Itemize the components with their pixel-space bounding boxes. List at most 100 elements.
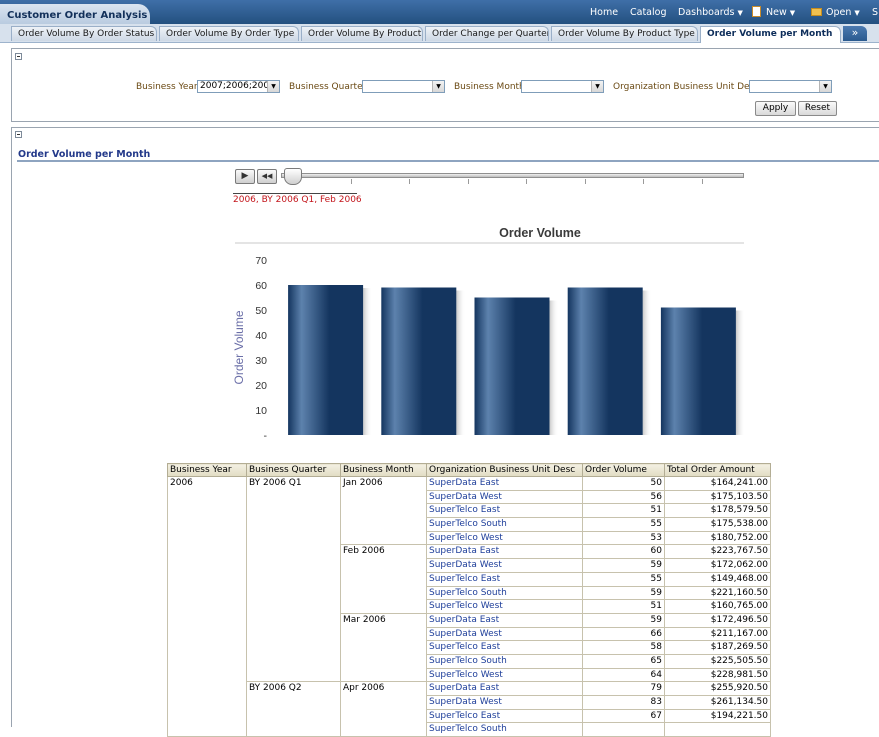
nav-catalog-link[interactable]: Catalog bbox=[630, 7, 666, 18]
chevron-down-icon: ▼ bbox=[854, 9, 860, 17]
table-header-row: Business Year Business Quarter Business … bbox=[167, 463, 771, 477]
nav-open-menu[interactable]: Open ▼ bbox=[826, 7, 860, 18]
org-unit-link[interactable]: SuperTelco South bbox=[426, 585, 583, 601]
org-unit-link[interactable]: SuperTelco South bbox=[426, 517, 583, 532]
step-back-button[interactable]: ◀◀ bbox=[257, 169, 277, 184]
org-unit-link[interactable]: SuperData West bbox=[426, 489, 583, 505]
org-unit-link[interactable]: SuperData East bbox=[426, 612, 583, 628]
org-unit-link[interactable]: SuperData West bbox=[426, 695, 583, 710]
chevron-down-icon: ▼ bbox=[432, 81, 444, 92]
column-header-business-quarter[interactable]: Business Quarter bbox=[246, 463, 341, 477]
tab-order-volume-per-month[interactable]: Order Volume per Month bbox=[700, 26, 841, 43]
table-row: 2006 BY 2006 Q1 Jan 2006 SuperData East … bbox=[167, 475, 771, 737]
table-row: BY 2006 Q2 Apr 2006 SuperData East 79 $2… bbox=[168, 681, 771, 737]
org-unit-link[interactable]: SuperTelco West bbox=[426, 530, 583, 546]
tab-label: Order Volume By Order Type bbox=[166, 29, 295, 39]
business-quarter-label: Business Quarter bbox=[289, 82, 367, 92]
more-tabs-button[interactable]: » bbox=[843, 26, 867, 41]
org-unit-link[interactable]: SuperTelco East bbox=[426, 571, 583, 587]
order-volume-cell: 56 bbox=[582, 489, 665, 505]
business-year-value: 2007;2006;2008 bbox=[200, 81, 275, 91]
order-volume-cell: 66 bbox=[582, 626, 665, 642]
slider-thumb[interactable] bbox=[284, 168, 302, 185]
order-volume-cell: 79 bbox=[582, 681, 665, 696]
y-tick-label: 50 bbox=[255, 305, 267, 317]
nav-new-label: New bbox=[766, 7, 787, 18]
org-unit-link[interactable]: SuperData West bbox=[426, 626, 583, 642]
order-amount-cell: $223,767.50 bbox=[664, 544, 771, 560]
slider-value-underline bbox=[233, 193, 357, 194]
order-amount-cell: $175,538.00 bbox=[664, 517, 771, 532]
business-month-cell: Jan 2006 bbox=[340, 475, 427, 546]
org-unit-link[interactable]: SuperData East bbox=[426, 544, 583, 560]
nav-new-menu[interactable]: New ▼ bbox=[766, 7, 795, 18]
tab-order-volume-by-product-type[interactable]: Order Volume By Product Type bbox=[551, 26, 698, 41]
tab-label: Order Volume By Product Type bbox=[558, 29, 695, 39]
order-volume-cell: 53 bbox=[582, 530, 665, 546]
dashboard-tab-strip: Order Volume By Order Status Order Volum… bbox=[0, 24, 879, 43]
nav-home-link[interactable]: Home bbox=[590, 7, 618, 18]
business-month-select[interactable]: ▼ bbox=[521, 80, 604, 93]
org-unit-link[interactable]: SuperTelco East bbox=[426, 640, 583, 655]
business-year-select[interactable]: 2007;2006;2008 ▼ bbox=[197, 80, 280, 93]
order-amount-cell: $211,167.00 bbox=[664, 626, 771, 642]
reset-button[interactable]: Reset bbox=[798, 101, 837, 116]
slider-tick bbox=[409, 179, 410, 184]
order-volume-cell: 58 bbox=[582, 640, 665, 655]
org-unit-link[interactable]: SuperData East bbox=[426, 476, 583, 491]
order-amount-cell: $187,269.50 bbox=[664, 640, 771, 655]
org-unit-link[interactable]: SuperTelco East bbox=[426, 503, 583, 519]
business-year-cell: 2006 bbox=[167, 475, 247, 737]
collapse-icon[interactable] bbox=[15, 53, 22, 60]
business-quarter-select[interactable]: ▼ bbox=[362, 80, 445, 93]
column-header-org-unit[interactable]: Organization Business Unit Desc bbox=[426, 463, 583, 477]
org-unit-link[interactable]: SuperTelco East bbox=[426, 708, 583, 724]
slider-tick bbox=[702, 179, 703, 184]
collapse-icon[interactable] bbox=[15, 131, 22, 138]
bar-shadow bbox=[363, 288, 373, 435]
slider-tick bbox=[526, 179, 527, 184]
column-header-order-volume[interactable]: Order Volume bbox=[582, 463, 665, 477]
rewind-icon: ◀◀ bbox=[261, 172, 273, 180]
tab-order-volume-by-order-type[interactable]: Order Volume By Order Type bbox=[159, 26, 299, 41]
slider-tick bbox=[468, 179, 469, 184]
nav-signout-link[interactable]: S bbox=[872, 7, 878, 18]
org-unit-link[interactable]: SuperTelco South bbox=[426, 722, 583, 737]
order-amount-cell: $172,496.50 bbox=[664, 612, 771, 628]
order-amount-cell: $221,160.50 bbox=[664, 585, 771, 601]
order-volume-table: Business Year Business Quarter Business … bbox=[167, 463, 771, 737]
business-month-label: Business Month bbox=[454, 82, 525, 92]
order-amount-cell: $255,920.50 bbox=[664, 681, 771, 696]
org-unit-link[interactable]: SuperTelco South bbox=[426, 653, 583, 669]
tab-order-volume-by-product[interactable]: Order Volume By Product bbox=[301, 26, 423, 41]
nav-dashboards-menu[interactable]: Dashboards ▼ bbox=[678, 7, 743, 18]
business-year-label: Business Year bbox=[136, 82, 198, 92]
org-unit-link[interactable]: SuperData West bbox=[426, 558, 583, 573]
tab-order-volume-by-order-status[interactable]: Order Volume By Order Status bbox=[11, 26, 157, 41]
column-header-business-year[interactable]: Business Year bbox=[167, 463, 247, 477]
order-amount-cell: $160,765.00 bbox=[664, 599, 771, 614]
chevron-down-icon: ▼ bbox=[591, 81, 603, 92]
order-volume-cell: 51 bbox=[582, 599, 665, 614]
slider-track[interactable] bbox=[281, 173, 744, 178]
order-volume-cell: 60 bbox=[582, 544, 665, 560]
apply-button[interactable]: Apply bbox=[755, 101, 796, 116]
org-unit-link[interactable]: SuperTelco West bbox=[426, 667, 583, 683]
play-button[interactable]: ▶ bbox=[235, 169, 255, 184]
column-header-business-month[interactable]: Business Month bbox=[340, 463, 427, 477]
org-unit-link[interactable]: SuperData East bbox=[426, 681, 583, 696]
tab-order-change-per-quarter[interactable]: Order Change per Quarter bbox=[425, 26, 549, 41]
org-unit-select[interactable]: ▼ bbox=[749, 80, 832, 93]
slider-value-label: 2006, BY 2006 Q1, Feb 2006 bbox=[233, 195, 362, 205]
bar-shadow bbox=[549, 300, 559, 435]
order-amount-cell: $178,579.50 bbox=[664, 503, 771, 519]
business-quarter-cell: BY 2006 Q2 bbox=[246, 681, 341, 737]
y-tick-label: 60 bbox=[255, 280, 267, 292]
org-unit-link[interactable]: SuperTelco West bbox=[426, 599, 583, 614]
order-amount-cell: $164,241.00 bbox=[664, 476, 771, 491]
chart-title: Order Volume bbox=[499, 226, 581, 240]
business-month-cell: Mar 2006 bbox=[340, 612, 427, 683]
bar-shadow bbox=[642, 290, 652, 435]
order-volume-cell: 67 bbox=[582, 708, 665, 724]
column-header-total-order-amount[interactable]: Total Order Amount bbox=[664, 463, 771, 477]
